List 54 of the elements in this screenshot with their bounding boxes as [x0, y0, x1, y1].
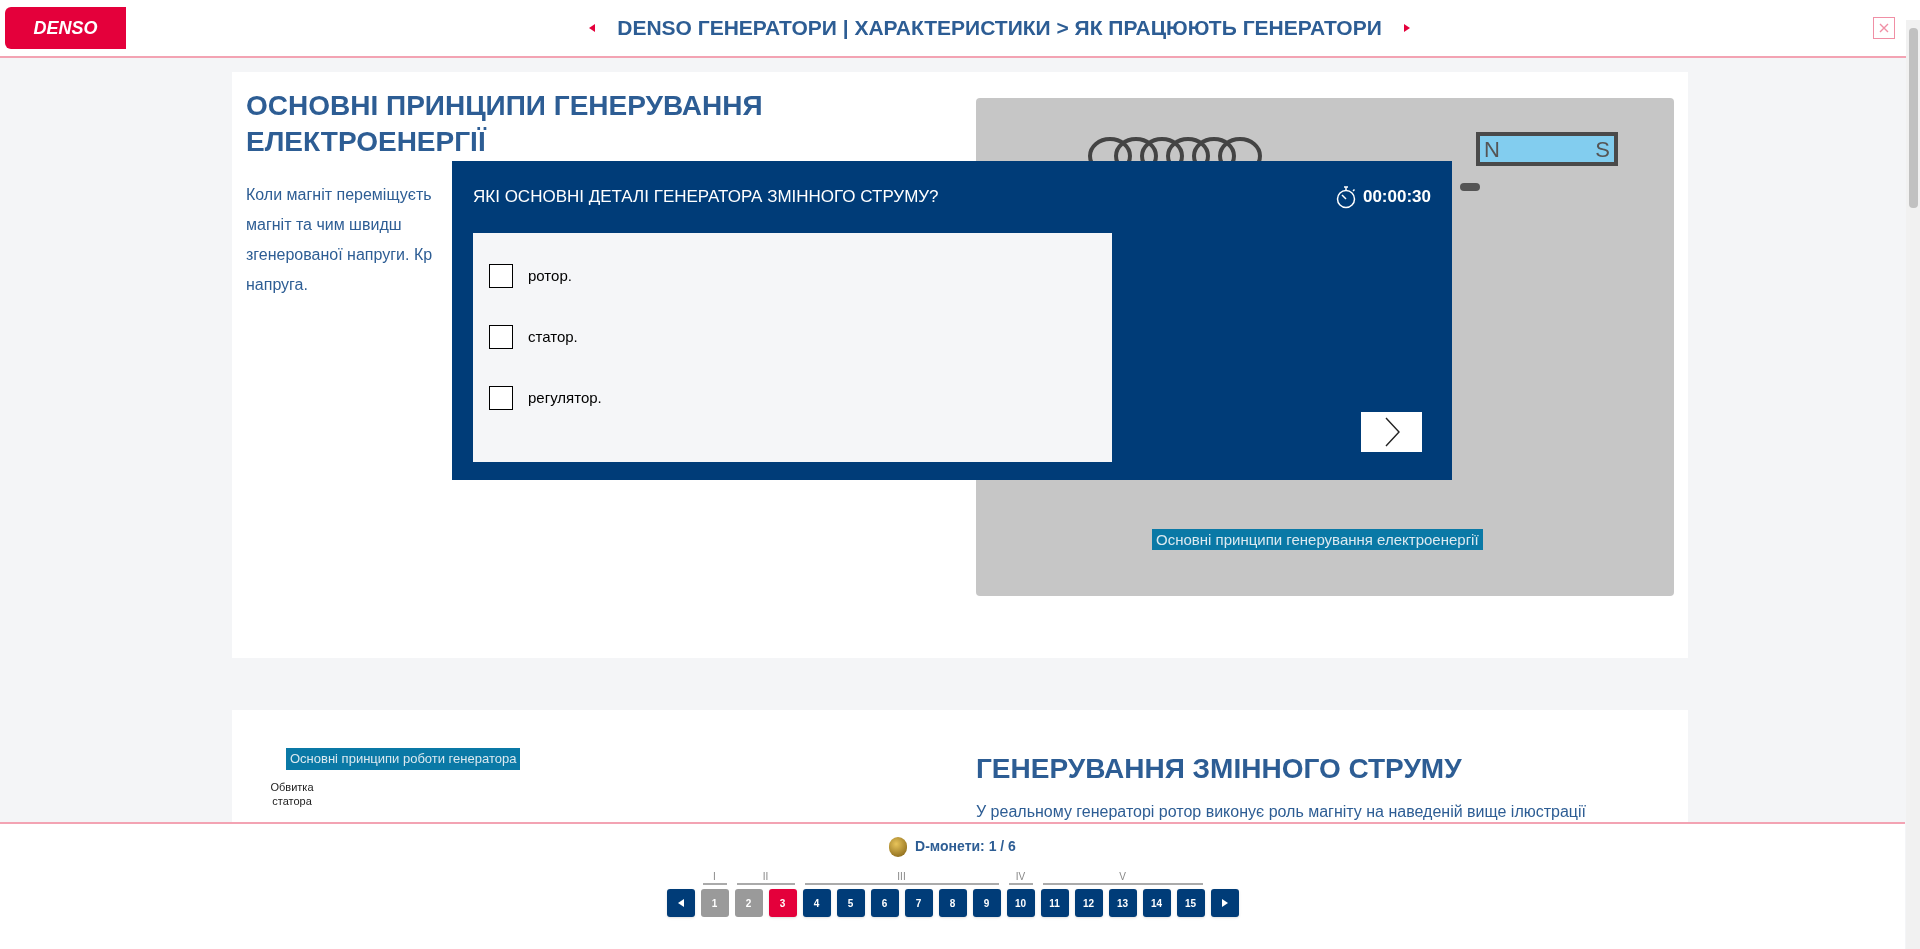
- paragraph: У реальному генераторі ротор виконує роль магніту на наведеній вище ілюстрації: [976, 802, 1587, 822]
- previous-page-button[interactable]: [589, 24, 596, 32]
- option-label: ротор.: [528, 265, 572, 286]
- callout-label: Обвитка статора: [269, 779, 315, 808]
- page-button[interactable]: 12: [1074, 889, 1103, 917]
- paragraph-line: напруга.: [246, 275, 308, 295]
- question-text: ЯКІ ОСНОВНІ ДЕТАЛІ ГЕНЕРАТОРА ЗМІННОГО СТРУМУ?: [473, 186, 939, 209]
- page-button[interactable]: 13: [1108, 889, 1137, 917]
- page-button[interactable]: 9: [972, 889, 1001, 917]
- left-triangle-icon: [589, 24, 596, 32]
- chevron-right-icon: [1383, 417, 1400, 447]
- group-label: V: [1042, 871, 1203, 885]
- pole-label: S: [1595, 135, 1610, 164]
- right-triangle-icon: [1221, 899, 1228, 907]
- group-label: II: [736, 871, 795, 885]
- paragraph-line: згенерованої напруги. Кр: [246, 245, 433, 265]
- group-label: IV: [1008, 871, 1033, 885]
- page-button[interactable]: 7: [904, 889, 933, 917]
- section-heading: ГЕНЕРУВАННЯ ЗМІННОГО СТРУМУ: [976, 752, 1463, 786]
- page-button[interactable]: 4: [802, 889, 831, 917]
- option-label: регулятор.: [528, 387, 602, 408]
- paragraph-line: магніт та чим швидш: [246, 215, 402, 235]
- option-label: статор.: [528, 326, 578, 347]
- previous-button[interactable]: [666, 889, 695, 917]
- coin-counter: D-монети: 1 / 6: [915, 837, 1016, 856]
- page-button[interactable]: 5: [836, 889, 865, 917]
- page-button[interactable]: 6: [870, 889, 899, 917]
- figure-caption: Основні принципи генерування електроенергії: [1152, 529, 1483, 550]
- page-button[interactable]: 15: [1176, 889, 1205, 917]
- logo: DENSO: [5, 7, 126, 49]
- page-button[interactable]: 11: [1040, 889, 1069, 917]
- close-icon: [1879, 23, 1889, 33]
- group-label: I: [702, 871, 727, 885]
- checkbox[interactable]: [489, 386, 513, 410]
- next-page-button[interactable]: [1403, 24, 1410, 32]
- next-button[interactable]: [1210, 889, 1239, 917]
- section-heading: ОСНОВНІ ПРИНЦИПИ ГЕНЕРУВАННЯ ЕЛЕКТРОЕНЕРГІЇ: [246, 89, 764, 159]
- group-label: III: [804, 871, 999, 885]
- page-button[interactable]: 3: [768, 889, 797, 917]
- pole-label: N: [1484, 135, 1500, 164]
- checkbox[interactable]: [489, 264, 513, 288]
- left-triangle-icon: [677, 899, 684, 907]
- figure-caption: Основні принципи роботи генератора: [286, 748, 521, 770]
- page-button[interactable]: 10: [1006, 889, 1035, 917]
- scrollbar-thumb[interactable]: [1908, 28, 1918, 208]
- timer: 00:00:30: [1362, 186, 1431, 209]
- breadcrumb: DENSO ГЕНЕРАТОРИ | ХАРАКТЕРИСТИКИ > ЯК ПРАЦЮЮТЬ ГЕНЕРАТОРИ: [617, 15, 1382, 42]
- stopwatch-icon: [1334, 185, 1357, 209]
- coin-icon: [889, 836, 908, 857]
- page-button[interactable]: 14: [1142, 889, 1171, 917]
- right-triangle-icon: [1403, 24, 1410, 32]
- page-button[interactable]: 8: [938, 889, 967, 917]
- checkbox[interactable]: [489, 325, 513, 349]
- paragraph-line: Коли магніт переміщуєть: [246, 185, 432, 205]
